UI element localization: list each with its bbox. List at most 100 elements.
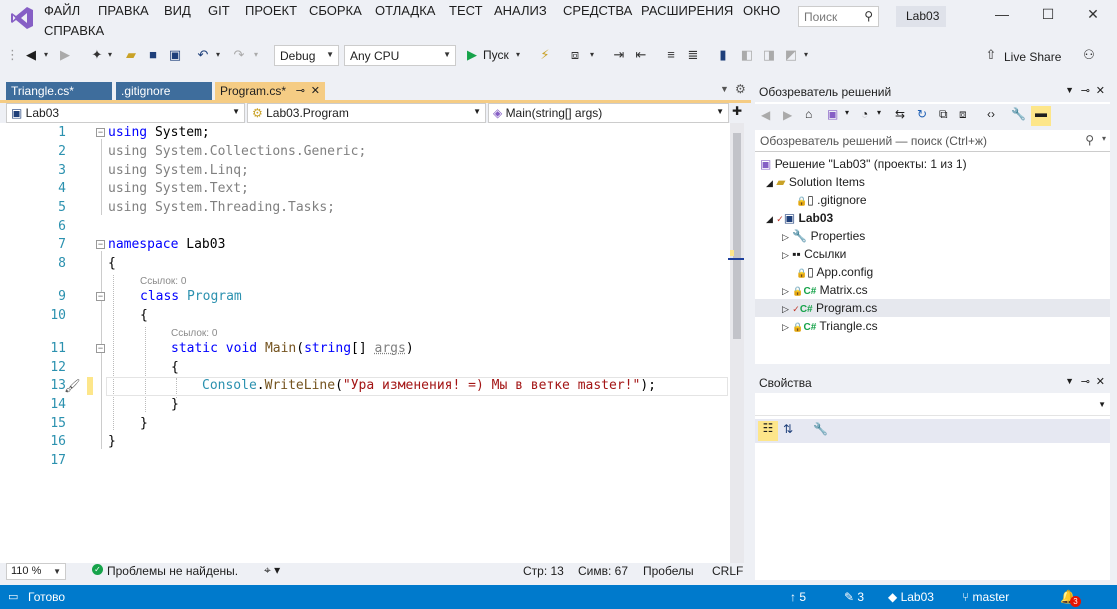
pin-icon[interactable]: ⊸ <box>296 84 305 97</box>
step-icon[interactable]: ⇥ <box>610 45 628 65</box>
collapse-all-icon[interactable]: ⧉ <box>939 107 948 122</box>
tree-item-solution-items[interactable]: ◢ ▰ Solution Items <box>766 175 865 189</box>
home-icon[interactable]: ⌂ <box>805 107 812 121</box>
line-indicator[interactable]: Стр: 13 <box>523 564 564 578</box>
tree-item-references[interactable]: ▷ ▪▪ Ссылки <box>782 247 846 261</box>
menu-test[interactable]: ТЕСТ <box>449 3 483 18</box>
codelens-references[interactable]: Ссылок: 0 <box>140 276 186 287</box>
run-button-label[interactable]: Пуск <box>483 48 509 62</box>
bookmark-icon[interactable]: ▮ <box>714 45 732 65</box>
fold-toggle[interactable]: − <box>96 344 105 353</box>
config-select[interactable]: Debug ▼ <box>274 45 339 66</box>
maximize-button[interactable]: ☐ <box>1036 6 1060 26</box>
tree-item-solution[interactable]: ▣ Решение "Lab03" (проекты: 1 из 1) <box>760 157 967 171</box>
zoom-select[interactable]: 110 % ▼ <box>6 563 66 580</box>
save-all-icon[interactable]: ▣ <box>166 45 184 65</box>
scrollbar-thumb[interactable] <box>733 133 741 339</box>
project-nav-select[interactable]: ▣ Lab03 ▼ <box>6 103 245 123</box>
menu-build[interactable]: СБОРКА <box>309 3 362 18</box>
tree-item-app-config[interactable]: 🔒▯ App.config <box>796 265 873 279</box>
search-options-dropdown-icon[interactable]: ▾ <box>1102 134 1106 143</box>
undo-icon[interactable]: ↶ <box>194 45 212 65</box>
forward-icon[interactable]: ▶ <box>56 45 74 65</box>
menu-project[interactable]: ПРОЕКТ <box>245 3 297 18</box>
redo-icon[interactable]: ↷ <box>230 45 248 65</box>
minimize-button[interactable]: — <box>990 6 1014 26</box>
class-nav-select[interactable]: ⚙ Lab03.Program ▼ <box>247 103 486 123</box>
alphabetical-icon[interactable]: ⇅ <box>783 422 793 436</box>
toolbar-overflow-icon[interactable]: ▾ <box>802 45 810 65</box>
collapsed-arrow-icon[interactable]: ▷ <box>782 232 789 242</box>
bookmark-prev-icon[interactable]: ◧ <box>738 45 756 65</box>
menu-tools[interactable]: СРЕДСТВА <box>563 3 632 18</box>
back-icon[interactable]: ◀ <box>22 45 40 65</box>
close-icon[interactable]: ✕ <box>1096 375 1105 388</box>
new-item-icon[interactable]: ✦ <box>88 45 106 65</box>
undo-dropdown-icon[interactable]: ▾ <box>214 45 222 65</box>
sync-icon[interactable]: ⇆ <box>895 107 905 121</box>
fold-toggle[interactable]: − <box>96 128 105 137</box>
tab-list-dropdown-icon[interactable]: ▼ <box>720 84 729 94</box>
back-icon[interactable]: ◀ <box>761 108 770 122</box>
window-dropdown-icon[interactable]: ▼ <box>1065 376 1074 386</box>
cleanup-brush-icon[interactable]: ⌖ ▾ <box>264 563 280 578</box>
menu-extensions[interactable]: РАСШИРЕНИЯ <box>641 3 733 18</box>
menu-git[interactable]: GIT <box>208 3 230 18</box>
close-icon[interactable]: ✕ <box>1096 84 1105 97</box>
property-pages-icon[interactable]: 🔧 <box>813 422 828 436</box>
menu-file[interactable]: ФАЙЛ <box>44 3 80 18</box>
problems-status[interactable]: Проблемы не найдены. <box>107 564 238 578</box>
whitespace-indicator[interactable]: Пробелы <box>643 564 694 578</box>
member-nav-select[interactable]: ◈ Main(string[] args) ▼ <box>488 103 729 123</box>
menu-help[interactable]: СПРАВКА <box>44 23 104 38</box>
tab-program[interactable]: Program.cs* ⊸ ✕ <box>215 82 325 101</box>
uncomment-icon[interactable]: ≣ <box>684 45 702 65</box>
screenshot-icon[interactable]: ⧈ <box>566 45 584 65</box>
save-icon[interactable]: ■ <box>144 45 162 65</box>
eol-indicator[interactable]: CRLF <box>712 564 743 578</box>
tree-item-program[interactable]: ▷ ✓C# Program.cs <box>782 301 877 315</box>
refresh-icon[interactable]: ↻ <box>917 107 927 121</box>
live-share-button[interactable]: Live Share <box>1004 50 1061 64</box>
pin-icon[interactable]: ⊸ <box>1081 375 1090 388</box>
split-editor-icon[interactable]: ✚ <box>732 104 742 118</box>
branch-status[interactable]: ⑂ master <box>962 590 1009 604</box>
collapsed-arrow-icon[interactable]: ▷ <box>782 304 789 314</box>
tree-item-gitignore[interactable]: 🔒▯ .gitignore <box>796 193 867 207</box>
fold-toggle[interactable]: − <box>96 292 105 301</box>
tree-item-matrix[interactable]: ▷ 🔒C# Matrix.cs <box>782 283 868 297</box>
tab-triangle[interactable]: Triangle.cs* <box>6 82 112 101</box>
menu-edit[interactable]: ПРАВКА <box>98 3 149 18</box>
pin-icon[interactable]: ⊸ <box>1081 84 1090 97</box>
solution-search-input[interactable]: Обозреватель решений — поиск (Ctrl+ж) ⚲ ▾ <box>755 130 1110 152</box>
back-dropdown-icon[interactable]: ▾ <box>42 45 50 65</box>
tree-item-properties[interactable]: ▷ 🔧 Properties <box>782 229 865 243</box>
menu-window[interactable]: ОКНО <box>743 3 780 18</box>
close-icon[interactable]: ✕ <box>311 84 320 97</box>
screenshot-dropdown-icon[interactable]: ▾ <box>588 45 596 65</box>
categorized-icon[interactable]: ☷ <box>758 421 778 441</box>
quick-actions-icon[interactable]: 🖌 <box>64 378 81 394</box>
fold-toggle[interactable]: − <box>96 240 105 249</box>
open-folder-icon[interactable]: ▰ <box>122 45 140 65</box>
forward-icon[interactable]: ▶ <box>783 108 792 122</box>
bookmark-next-icon[interactable]: ◨ <box>760 45 778 65</box>
hot-reload-icon[interactable]: ⚡ <box>536 45 554 65</box>
expanded-arrow-icon[interactable]: ◢ <box>766 214 773 224</box>
collapsed-arrow-icon[interactable]: ▷ <box>782 250 789 260</box>
close-button[interactable]: ✕ <box>1081 6 1105 26</box>
gear-icon[interactable]: ⚙ <box>735 82 746 96</box>
preview-selected-icon[interactable]: ▬ <box>1031 106 1051 126</box>
bookmark-clear-icon[interactable]: ◩ <box>782 45 800 65</box>
window-dropdown-icon[interactable]: ▼ <box>1065 85 1074 95</box>
run-icon[interactable]: ▶ <box>464 45 480 65</box>
codelens-references[interactable]: Ссылок: 0 <box>171 328 217 339</box>
platform-select[interactable]: Any CPU ▼ <box>344 45 456 66</box>
push-status[interactable]: ↑ 5 <box>790 590 806 604</box>
switch-views-dropdown-icon[interactable]: ▾ <box>845 108 849 117</box>
feedback-icon[interactable]: ⚇ <box>1080 45 1098 65</box>
run-dropdown-icon[interactable]: ▾ <box>514 45 522 65</box>
wrench-icon[interactable]: 🔧 <box>1011 107 1026 121</box>
object-selector[interactable]: ▼ <box>755 396 1110 416</box>
repo-status[interactable]: ◆ Lab03 <box>888 590 934 604</box>
